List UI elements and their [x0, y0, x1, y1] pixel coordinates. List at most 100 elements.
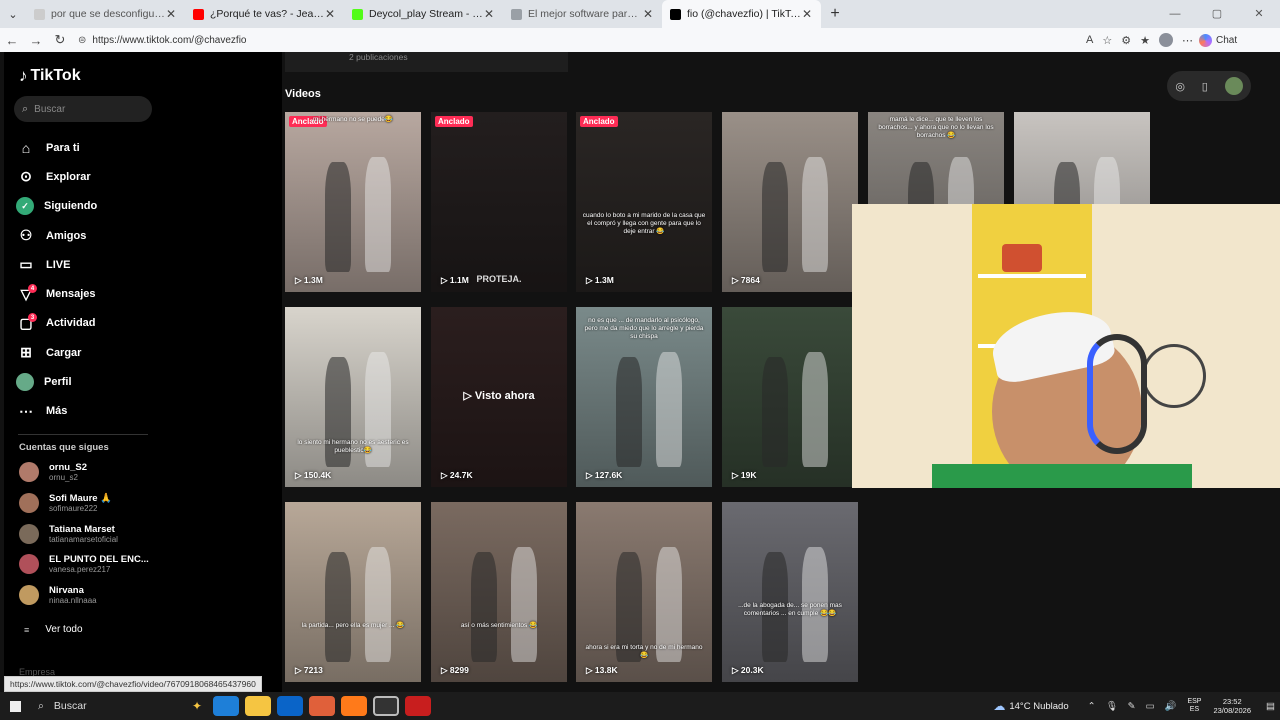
volume-icon[interactable]: 🔊: [1165, 701, 1177, 712]
playlist-count: 2 publicaciones: [349, 52, 408, 62]
following-account[interactable]: Sofi Maure 🙏 sofimaure222: [19, 492, 112, 513]
page-viewport: ♪ TikTok ⌕ Buscar ⌂ Para ti ⊙ Explorar ✓ S…: [0, 52, 1280, 692]
site-info-icon[interactable]: ⊜: [78, 35, 86, 46]
video-thumbnail[interactable]: ahora si era mi torta y no de mi hermano…: [576, 502, 712, 682]
nav-label: LIVE: [46, 258, 71, 271]
video-thumbnail[interactable]: ▷ 7864: [722, 112, 858, 292]
nav-item[interactable]: ⋯ Más: [16, 397, 97, 426]
network-icon[interactable]: ▭: [1146, 701, 1155, 712]
view-count: ▷ 8299: [441, 665, 469, 675]
windows-start-icon[interactable]: [0, 692, 30, 720]
nav-item[interactable]: ▢ 3 Actividad: [16, 309, 97, 338]
video-thumbnail[interactable]: lo siento mi hermano no es aesteric es p…: [285, 307, 421, 487]
edge-app-icon[interactable]: [213, 696, 239, 716]
video-thumbnail[interactable]: Anclado mi hermano no se puede😂 ▷ 1.3M: [285, 112, 421, 292]
url-text: https://www.tiktok.com/@chavezfio: [92, 34, 247, 46]
playlist-card[interactable]: 2 publicaciones: [285, 52, 568, 72]
divider: [18, 434, 148, 435]
close-window-icon[interactable]: ✕: [1238, 0, 1280, 28]
url-field[interactable]: ⊜ https://www.tiktok.com/@chavezfio: [78, 31, 1078, 49]
close-tab-icon[interactable]: ✕: [324, 7, 336, 21]
nav-item[interactable]: Perfil: [16, 367, 97, 396]
taskbar-search[interactable]: ⌕ Buscar ✦: [30, 694, 210, 718]
browser-tab[interactable]: por que se desconfigura mi tts en ✕: [26, 0, 185, 28]
extensions-icon[interactable]: ⚙: [1121, 34, 1131, 47]
video-thumbnail[interactable]: ▷ Visto ahora ▷ 24.7K: [431, 307, 567, 487]
chevron-up-icon[interactable]: ⌃: [1088, 701, 1096, 712]
obs-icon[interactable]: [373, 696, 399, 716]
video-thumbnail[interactable]: ...de la abogada de... se ponen mas come…: [722, 502, 858, 682]
tab-title: por que se desconfigura mi tts en: [51, 8, 165, 20]
view-count: ▷ 19K: [732, 470, 757, 480]
new-tab-button[interactable]: +: [821, 5, 849, 23]
notifications-icon[interactable]: ▤: [1266, 701, 1275, 712]
nav-item[interactable]: ▭ LIVE: [16, 250, 97, 279]
tiktok-logo[interactable]: ♪ TikTok: [19, 66, 81, 86]
video-thumbnail[interactable]: ▷ 19K: [722, 307, 858, 487]
language-indicator[interactable]: ESP ES: [1187, 698, 1201, 713]
friends-icon: ⚇: [19, 227, 33, 244]
following-account[interactable]: Tatiana Marset tatianamarsetoficial: [19, 523, 118, 544]
nav-item[interactable]: ⊙ Explorar: [16, 162, 97, 191]
app-icon[interactable]: [309, 696, 335, 716]
main-nav: ⌂ Para ti ⊙ Explorar ✓ Siguiendo ⚇ Amigos ▭ …: [16, 133, 97, 426]
microphone-icon[interactable]: 🎙: [1106, 701, 1118, 712]
firefox-icon[interactable]: [341, 696, 367, 716]
person-figure: [365, 547, 391, 662]
reload-icon[interactable]: ↻: [48, 32, 72, 48]
app-icon[interactable]: [405, 696, 431, 716]
nav-label: Explorar: [46, 170, 91, 183]
close-tab-icon[interactable]: ✕: [642, 7, 654, 21]
maximize-icon[interactable]: ▢: [1196, 0, 1238, 28]
nav-item[interactable]: ▽ 4 Mensajes: [16, 279, 97, 308]
minimize-icon[interactable]: —: [1154, 0, 1196, 28]
menu-icon[interactable]: ⋯: [1182, 34, 1193, 47]
copilot-chat-button[interactable]: Chat: [1198, 33, 1237, 47]
browser-tab[interactable]: fio (@chavezfio) | TikTok ✕: [662, 0, 821, 28]
close-tab-icon[interactable]: ✕: [801, 7, 813, 21]
nav-item[interactable]: ✓ Siguiendo: [16, 192, 97, 221]
search-input[interactable]: ⌕ Buscar: [14, 96, 152, 122]
video-thumbnail[interactable]: no es que ... de mandarlo al psicólogo, …: [576, 307, 712, 487]
video-caption: la partida... pero ella es mujer ... 😂: [301, 622, 405, 629]
file-explorer-icon[interactable]: [245, 696, 271, 716]
profile-avatar[interactable]: [1158, 33, 1173, 47]
notification-badge: 3: [28, 313, 37, 323]
account-username: tatianamarsetoficial: [49, 534, 118, 544]
tab-actions-icon[interactable]: ⌄: [0, 0, 26, 28]
user-avatar[interactable]: [1224, 77, 1243, 95]
browser-tab-strip: ⌄ por que se desconfigura mi tts en ✕ ¿P…: [0, 0, 1280, 28]
nav-item[interactable]: ⚇ Amigos: [16, 221, 97, 250]
following-account[interactable]: ornu_S2 ornu_s2: [19, 462, 87, 482]
pen-icon[interactable]: ✎: [1128, 701, 1136, 712]
account-username: sofimaure222: [49, 503, 98, 513]
browser-tab[interactable]: ¿Porqué te vas? - Jeanette (Lyrics) ✕: [185, 0, 344, 28]
view-count: ▷ 7213: [295, 665, 323, 675]
browser-tab[interactable]: Deycol_play Stream - Watch Live o ✕: [344, 0, 503, 28]
back-icon[interactable]: ←: [0, 33, 24, 48]
following-account[interactable]: EL PUNTO DEL ENC... vanesa.perez217: [19, 554, 149, 575]
video-thumbnail[interactable]: Anclado PROTEJA. ▷ 1.1M: [431, 112, 567, 292]
video-thumbnail[interactable]: la partida... pero ella es mujer ... 😂 ▷ …: [285, 502, 421, 682]
tab-title: Deycol_play Stream - Watch Live o: [369, 8, 483, 20]
coins-icon[interactable]: ◎: [1175, 80, 1185, 93]
nav-item[interactable]: ⌂ Para ti: [16, 133, 97, 162]
following-account[interactable]: Nirvana ninaa.nllnaaa: [19, 585, 97, 606]
favorite-icon[interactable]: ☆: [1102, 34, 1112, 47]
close-tab-icon[interactable]: ✕: [165, 7, 177, 21]
video-thumbnail[interactable]: así o más sentimientos 😂 ▷ 8299: [431, 502, 567, 682]
weather-widget[interactable]: ☁ 14°C Nublado: [993, 699, 1068, 713]
video-thumbnail[interactable]: Anclado cuando lo boto a mi marido de la …: [576, 112, 712, 292]
favorites-bar-icon[interactable]: ★: [1140, 34, 1150, 47]
browser-tab[interactable]: El mejor software para potenciar t ✕: [503, 0, 662, 28]
translate-icon[interactable]: A: [1086, 34, 1093, 46]
outlook-icon[interactable]: [277, 696, 303, 716]
forward-icon[interactable]: →: [24, 33, 48, 48]
person-figure: [511, 547, 537, 662]
device-icon[interactable]: ▯: [1202, 80, 1208, 93]
see-all-link[interactable]: ≡ Ver todo: [24, 624, 83, 635]
close-tab-icon[interactable]: ✕: [483, 7, 495, 21]
account-name: EL PUNTO DEL ENC...: [49, 554, 149, 566]
nav-item[interactable]: ⊞ Cargar: [16, 338, 97, 367]
clock[interactable]: 23:52 23/08/2026: [1213, 697, 1251, 716]
